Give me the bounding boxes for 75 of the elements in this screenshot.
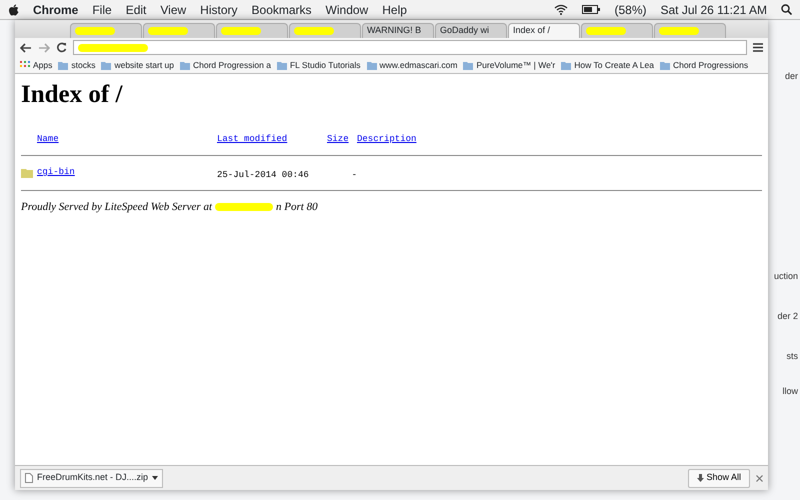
browser-tab[interactable] <box>70 23 142 38</box>
browser-tab[interactable]: Index of / <box>508 23 580 38</box>
bookmark-item[interactable]: Chord Progression a <box>180 58 271 72</box>
back-icon <box>20 42 32 52</box>
folder-icon <box>180 60 190 70</box>
menu-item[interactable]: Edit <box>126 0 146 18</box>
bookmark-item[interactable]: Chord Progressions <box>660 58 748 72</box>
column-header-link[interactable]: Size <box>327 134 349 144</box>
folder-icon <box>463 60 474 70</box>
download-arrow-icon <box>696 474 704 482</box>
address-bar[interactable] <box>73 40 747 55</box>
redaction-mark <box>221 27 261 35</box>
battery-percent: (58%) <box>614 2 646 18</box>
caret-icon <box>152 476 158 480</box>
menu-item[interactable]: Window <box>326 0 368 18</box>
desktop-icon-label: sts <box>786 350 798 363</box>
folder-link[interactable]: cgi-bin <box>37 166 75 180</box>
folder-icon <box>58 60 68 70</box>
app-name[interactable]: Chrome <box>33 0 78 18</box>
menu-item[interactable]: View <box>160 0 186 18</box>
bookmark-item[interactable]: stocks <box>58 58 96 72</box>
menu-item[interactable]: Bookmarks <box>252 0 312 18</box>
bookmark-item[interactable]: www.edmascari.com <box>366 58 458 72</box>
folder-icon <box>366 60 377 70</box>
bookmark-item[interactable]: website start up <box>101 58 174 72</box>
menu-icon <box>753 43 763 52</box>
desktop-icon-label: der <box>784 70 798 83</box>
file-icon <box>25 473 33 483</box>
apple-icon <box>8 4 19 16</box>
search-icon <box>781 4 792 15</box>
modified-date: 25-Jul-2014 00:46 <box>217 170 309 180</box>
redaction-mark <box>294 27 334 35</box>
browser-tab[interactable] <box>654 23 726 38</box>
server-signature: Proudly Served by LiteSpeed Web Server at <box>21 200 212 215</box>
folder-icon <box>276 60 287 70</box>
browser-tab[interactable] <box>216 23 288 38</box>
bookmark-item[interactable]: FL Studio Tutorials <box>276 58 361 72</box>
browser-tab[interactable]: WARNING! B <box>362 23 434 38</box>
browser-tab[interactable] <box>143 23 215 38</box>
bookmark-item[interactable]: PureVolume™ | We'r <box>463 58 556 72</box>
redaction-mark <box>586 27 626 35</box>
bookmark-item[interactable]: Apps <box>20 58 52 72</box>
reload-icon <box>56 42 67 53</box>
folder-icon <box>561 60 572 70</box>
redaction-mark <box>148 27 188 35</box>
redaction-mark <box>659 27 699 35</box>
column-header-link[interactable]: Name <box>37 134 59 144</box>
wifi-icon <box>554 4 568 15</box>
browser-tab[interactable] <box>581 23 653 38</box>
folder-icon <box>101 60 112 70</box>
page-heading: Index of / <box>21 80 124 110</box>
server-port: n Port 80 <box>276 200 318 215</box>
desktop-icon-label: der 2 <box>777 310 798 323</box>
folder-icon <box>660 60 670 70</box>
folder-icon <box>21 168 33 178</box>
browser-tab[interactable] <box>289 23 361 38</box>
bookmark-item[interactable]: How To Create A Lea <box>561 58 654 72</box>
clock[interactable]: Sat Jul 26 11:21 AM <box>660 0 767 18</box>
desktop-icon-label: uction <box>774 270 798 283</box>
menu-item[interactable]: History <box>200 0 238 18</box>
desktop-icon-label: llow <box>782 385 798 398</box>
redaction-mark <box>215 203 274 212</box>
redaction-mark <box>75 27 115 35</box>
forward-icon <box>38 42 50 52</box>
battery-icon <box>582 5 600 14</box>
show-all-button[interactable]: Show All <box>688 468 750 488</box>
apps-grid-icon <box>20 60 30 70</box>
menu-item[interactable]: File <box>92 0 112 18</box>
column-header-link[interactable]: Last modified <box>217 134 288 144</box>
column-header-link[interactable]: Description <box>357 134 416 144</box>
close-icon[interactable] <box>756 474 763 482</box>
browser-tab[interactable]: GoDaddy wi <box>435 23 507 38</box>
file-size: - <box>352 170 357 180</box>
menu-item[interactable]: Help <box>382 0 407 18</box>
download-item[interactable]: FreeDrumKits.net - DJ....zip <box>20 468 164 488</box>
